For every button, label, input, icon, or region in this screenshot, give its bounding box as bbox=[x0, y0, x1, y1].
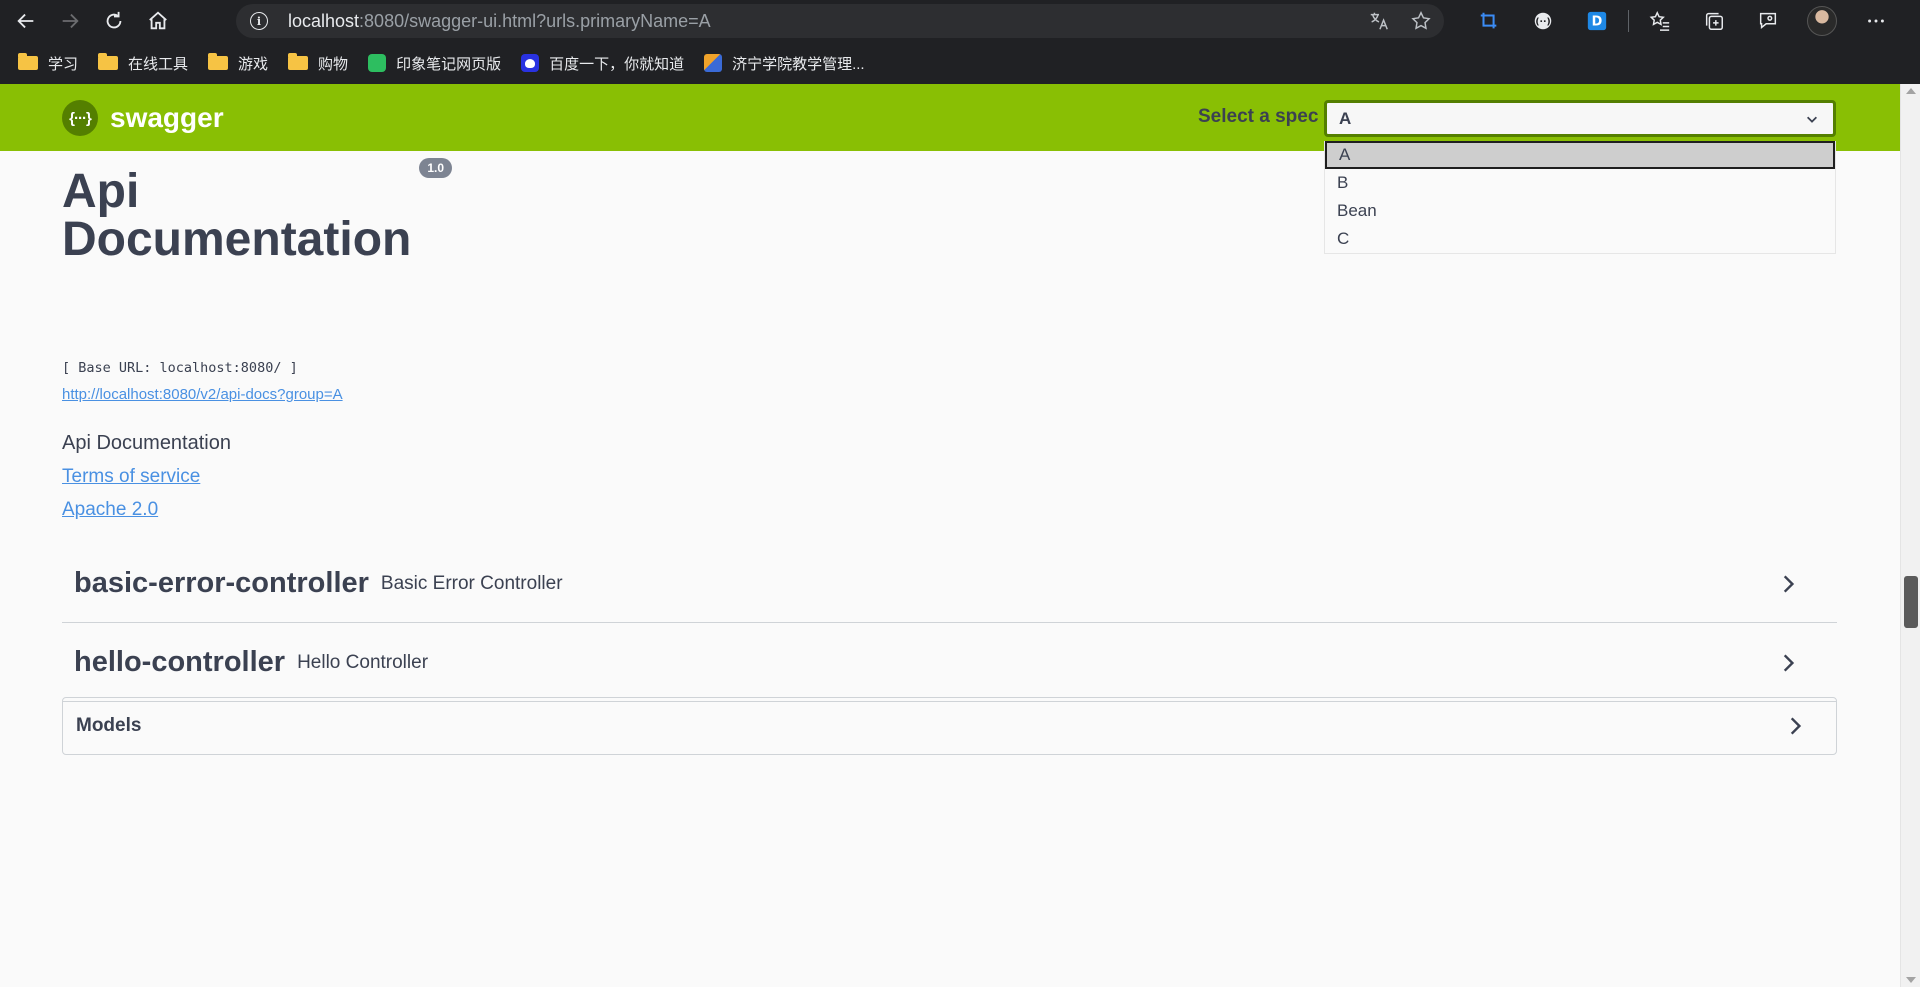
evernote-icon bbox=[368, 54, 387, 72]
api-description: Api Documentation bbox=[62, 432, 231, 454]
feedback-button[interactable] bbox=[1741, 0, 1795, 42]
bookmark-label: 百度一下，你就知道 bbox=[549, 55, 685, 73]
toolbar-divider bbox=[1628, 10, 1629, 32]
address-bar[interactable]: i localhost:8080/swagger-ui.html?urls.pr… bbox=[236, 4, 1444, 38]
refresh-icon bbox=[106, 11, 122, 29]
avatar bbox=[1807, 6, 1837, 36]
models-label: Models bbox=[76, 715, 142, 736]
spec-option[interactable]: A bbox=[1325, 141, 1835, 169]
spec-option[interactable]: C bbox=[1325, 225, 1835, 253]
extension-circle-icon: (··) bbox=[1534, 12, 1552, 30]
chevron-right-icon[interactable] bbox=[1784, 715, 1806, 737]
bookmark-label: 购物 bbox=[318, 55, 349, 73]
tag-name: basic-error-controller bbox=[74, 567, 369, 599]
site-info-icon[interactable]: i bbox=[250, 12, 268, 30]
models-section[interactable]: Models bbox=[62, 697, 1837, 755]
back-button[interactable] bbox=[8, 3, 44, 39]
arrow-left-icon bbox=[17, 13, 34, 29]
bookmarks-bar: 学习 在线工具 游戏 购物 印象笔记网页版 百度一下，你就知道 济宁学院教学管理… bbox=[0, 42, 1920, 84]
arrow-right-icon bbox=[62, 13, 79, 29]
title-row: Api Documentation 1.0 bbox=[62, 84, 453, 266]
favorites-button[interactable] bbox=[1633, 0, 1687, 42]
bookmark-label: 学习 bbox=[48, 55, 79, 73]
bookmark-label: 在线工具 bbox=[128, 55, 189, 73]
bookmark-item[interactable]: 在线工具 bbox=[96, 48, 198, 78]
swagger-page: {···} swagger Select a spec A A B Bean C… bbox=[0, 84, 1900, 987]
bookmark-item[interactable]: 游戏 bbox=[206, 48, 278, 78]
dict-extension-icon: D bbox=[1587, 11, 1607, 31]
translate-icon[interactable] bbox=[1368, 10, 1390, 32]
collections-icon bbox=[1705, 12, 1723, 30]
more-horizontal-icon bbox=[1868, 19, 1884, 23]
collections-button[interactable] bbox=[1687, 0, 1741, 42]
school-icon bbox=[704, 54, 723, 72]
baidu-paw-icon bbox=[521, 54, 540, 72]
extension-button[interactable]: (··) bbox=[1516, 0, 1570, 42]
license-link[interactable]: Apache 2.0 bbox=[62, 499, 158, 521]
bookmark-item[interactable]: 印象笔记网页版 bbox=[366, 48, 511, 78]
forward-button[interactable] bbox=[52, 3, 88, 39]
bookmark-item[interactable]: 济宁学院教学管理... bbox=[702, 48, 875, 78]
bookmark-label: 济宁学院教学管理... bbox=[732, 55, 865, 73]
crop-sync-icon bbox=[1480, 12, 1497, 29]
scrollbar-thumb[interactable] bbox=[1904, 576, 1918, 628]
profile-button[interactable] bbox=[1795, 0, 1849, 42]
chevron-right-icon[interactable] bbox=[1777, 652, 1799, 674]
spec-select-value: A bbox=[1339, 108, 1352, 128]
svg-text:D: D bbox=[1592, 15, 1603, 30]
scroll-up-arrow-icon[interactable] bbox=[1906, 88, 1916, 94]
browser-toolbar: i localhost:8080/swagger-ui.html?urls.pr… bbox=[0, 0, 1920, 42]
spec-option[interactable]: B bbox=[1325, 169, 1835, 197]
page-scrollbar[interactable] bbox=[1900, 84, 1920, 987]
home-icon bbox=[149, 11, 167, 30]
spec-option[interactable]: Bean bbox=[1325, 197, 1835, 225]
bookmark-item[interactable]: 购物 bbox=[286, 48, 358, 78]
page-title: Api Documentation bbox=[62, 165, 412, 266]
select-spec-label: Select a spec bbox=[1198, 106, 1319, 127]
folder-icon bbox=[288, 53, 309, 70]
settings-more-button[interactable] bbox=[1849, 0, 1903, 42]
spec-select[interactable]: A bbox=[1324, 100, 1836, 137]
bookmark-item[interactable]: 学习 bbox=[16, 48, 88, 78]
scroll-down-arrow-icon[interactable] bbox=[1906, 977, 1916, 983]
version-badge: 1.0 bbox=[419, 158, 453, 178]
svg-text:(··): (··) bbox=[1535, 17, 1550, 28]
base-url: [ Base URL: localhost:8080/ ] bbox=[62, 360, 298, 376]
tag-section-basic-error-controller[interactable]: basic-error-controller Basic Error Contr… bbox=[62, 545, 1837, 623]
favorite-star-icon[interactable] bbox=[1410, 10, 1432, 32]
chevron-right-icon[interactable] bbox=[1777, 573, 1799, 595]
favorites-list-icon bbox=[1649, 11, 1670, 31]
feedback-icon bbox=[1759, 12, 1777, 29]
home-button[interactable] bbox=[140, 3, 176, 39]
url-text[interactable]: localhost:8080/swagger-ui.html?urls.prim… bbox=[288, 11, 711, 32]
tag-description: Basic Error Controller bbox=[380, 572, 563, 594]
terms-of-service-link[interactable]: Terms of service bbox=[62, 466, 200, 488]
folder-icon bbox=[18, 53, 38, 70]
url-host: localhost bbox=[288, 10, 360, 31]
extension-button[interactable] bbox=[1462, 0, 1516, 42]
spec-dropdown-list: A B Bean C bbox=[1324, 141, 1836, 254]
extension-toolbar: (··) D bbox=[1462, 0, 1903, 42]
address-bar-actions bbox=[1368, 10, 1432, 32]
api-docs-link[interactable]: http://localhost:8080/v2/api-docs?group=… bbox=[62, 386, 343, 403]
tag-name: hello-controller bbox=[74, 646, 286, 678]
url-path: :8080/swagger-ui.html?urls.primaryName=A bbox=[359, 10, 711, 31]
refresh-button[interactable] bbox=[96, 3, 132, 39]
bookmark-label: 印象笔记网页版 bbox=[396, 55, 502, 73]
extension-button[interactable]: D bbox=[1570, 0, 1624, 42]
folder-icon bbox=[98, 53, 119, 70]
bookmark-item[interactable]: 百度一下，你就知道 bbox=[519, 48, 694, 78]
tag-description: Hello Controller bbox=[297, 651, 429, 673]
tag-section-hello-controller[interactable]: hello-controller Hello Controller bbox=[62, 624, 1837, 702]
chevron-down-icon bbox=[1807, 116, 1817, 123]
bookmark-label: 游戏 bbox=[238, 55, 269, 73]
folder-icon bbox=[208, 53, 229, 70]
